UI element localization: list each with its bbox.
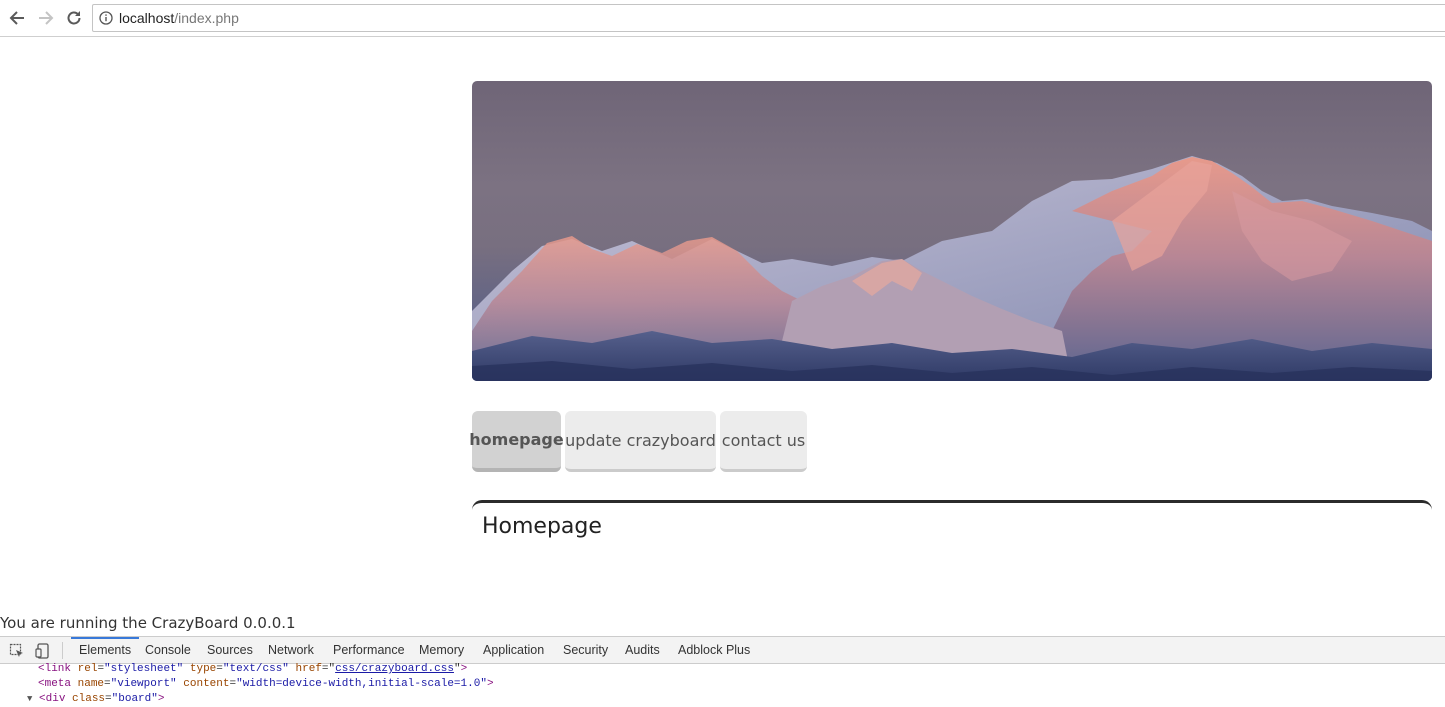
url-text[interactable]: localhost/index.php	[119, 10, 239, 26]
menu-tab-label: update crazyboard	[565, 430, 716, 450]
header-banner-image	[472, 81, 1432, 381]
devtools-panel: Elements Console Sources Network Perform…	[0, 636, 1445, 707]
menu-tab-update-crazyboard[interactable]: update crazyboard	[565, 411, 716, 472]
devtools-tab-network[interactable]: Network	[268, 637, 314, 664]
devtools-tab-console[interactable]: Console	[145, 637, 191, 664]
device-toolbar-icon[interactable]	[35, 643, 51, 659]
devtools-tab-memory[interactable]: Memory	[419, 637, 464, 664]
version-footer: You are running the CrazyBoard 0.0.0.1	[0, 614, 296, 632]
address-bar[interactable]: localhost/index.php	[92, 4, 1445, 32]
devtools-tab-adblock-plus[interactable]: Adblock Plus	[678, 637, 750, 664]
code-attr: name	[77, 678, 105, 690]
reload-button[interactable]	[63, 7, 85, 29]
code-value: "board"	[111, 693, 158, 705]
forward-arrow-icon	[39, 11, 54, 25]
code-value: "text/css"	[222, 663, 289, 675]
code-attr: rel	[77, 663, 98, 675]
devtools-tab-sources[interactable]: Sources	[207, 637, 253, 664]
back-button[interactable]	[6, 7, 28, 29]
expand-triangle-icon[interactable]: ▼	[27, 694, 32, 704]
info-icon[interactable]	[99, 11, 113, 25]
devtools-separator	[62, 642, 63, 659]
devtools-tab-performance[interactable]: Performance	[333, 637, 405, 664]
dom-node-meta[interactable]: <meta name="viewport" content="width=dev…	[38, 677, 494, 691]
devtools-tab-application[interactable]: Application	[483, 637, 544, 664]
code-tag: >	[460, 663, 468, 675]
content-panel	[472, 500, 1432, 580]
code-tag: <meta	[38, 678, 72, 690]
browser-toolbar: localhost/index.php	[0, 0, 1445, 37]
page-title: Homepage	[482, 514, 602, 539]
menu-tab-label: homepage	[469, 430, 564, 449]
code-attr: href	[295, 663, 322, 675]
devtools-tabbar: Elements Console Sources Network Perform…	[0, 637, 1445, 664]
devtools-tab-security[interactable]: Security	[563, 637, 608, 664]
code-tag: >	[486, 678, 494, 690]
stylesheet-link[interactable]: css/crazyboard.css	[335, 663, 454, 675]
reload-icon	[67, 11, 81, 25]
forward-button[interactable]	[35, 7, 57, 29]
dom-node-div-board[interactable]: ▼ <div class="board">	[27, 692, 164, 706]
code-tag: <link	[38, 663, 72, 675]
code-attr: type	[189, 663, 217, 675]
devtools-tab-elements[interactable]: Elements	[70, 637, 140, 664]
code-attr: content	[183, 678, 230, 690]
menu-tab-contact-us[interactable]: contact us	[720, 411, 807, 472]
inspect-element-icon[interactable]	[9, 643, 25, 659]
menu-tab-homepage[interactable]: homepage	[469, 411, 564, 472]
dom-node-link[interactable]: <link rel="stylesheet" type="text/css" h…	[38, 662, 467, 676]
code-attr: class	[72, 693, 106, 705]
code-value: "stylesheet"	[104, 663, 184, 675]
mountain-landscape-image	[472, 156, 1432, 381]
back-arrow-icon	[9, 11, 24, 25]
url-host: localhost	[119, 10, 175, 26]
code-tag: >	[157, 693, 165, 705]
code-value: "width=device-width,initial-scale=1.0"	[236, 678, 487, 690]
code-value: "viewport"	[110, 678, 177, 690]
menu-tab-label: contact us	[721, 430, 806, 450]
url-path: /index.php	[174, 10, 239, 26]
devtools-tab-audits[interactable]: Audits	[625, 637, 660, 664]
code-tag: <div	[39, 693, 66, 705]
